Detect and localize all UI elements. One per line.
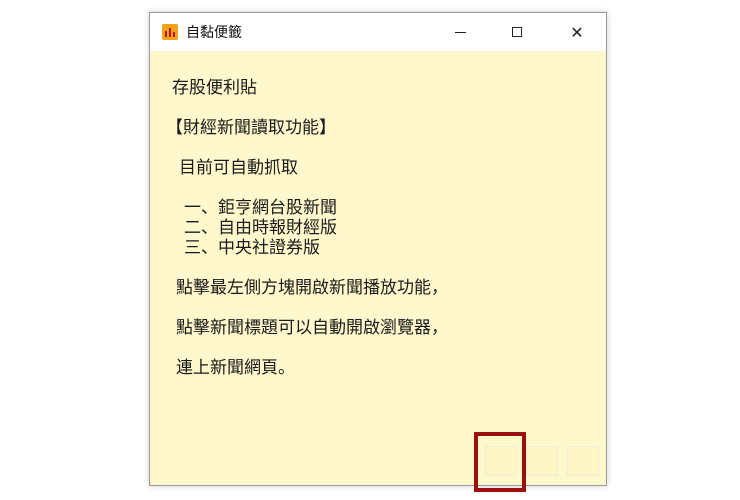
note-line-source-2: 二、自由時報財經版 bbox=[184, 218, 337, 238]
maximize-button[interactable] bbox=[494, 13, 540, 51]
note-content[interactable]: 存股便利貼 【財經新聞讀取功能】 目前可自動抓取 一、鉅亨網台股新聞 二、自由時… bbox=[150, 51, 606, 485]
window-title: 自黏便籤 bbox=[186, 25, 242, 41]
close-button[interactable]: ✕ bbox=[554, 13, 600, 51]
note-line-instruction-3: 連上新聞網頁。 bbox=[176, 358, 295, 378]
note-line-source-3: 三、中央社證券版 bbox=[184, 238, 320, 258]
minimize-button[interactable] bbox=[437, 13, 483, 51]
note-line-source-1: 一、鉅亨網台股新聞 bbox=[184, 198, 337, 218]
title-bar[interactable]: 自黏便籤 ✕ bbox=[150, 13, 606, 51]
square-button-3[interactable] bbox=[567, 446, 599, 476]
sticky-note-window: 自黏便籤 ✕ 存股便利貼 【財經新聞讀取功能】 目前可自動抓取 一、鉅亨網台股新… bbox=[149, 12, 607, 486]
minimize-icon bbox=[454, 31, 466, 33]
square-button-2[interactable] bbox=[526, 446, 558, 476]
note-line-intro: 目前可自動抓取 bbox=[179, 158, 298, 178]
note-line-instruction-2: 點擊新聞標題可以自動開啟瀏覽器， bbox=[176, 318, 448, 338]
note-line-instruction-1: 點擊最左側方塊開啟新聞播放功能， bbox=[176, 278, 448, 298]
maximize-icon bbox=[512, 27, 522, 37]
note-line-title: 存股便利貼 bbox=[172, 78, 257, 98]
news-play-square-button[interactable] bbox=[485, 446, 517, 476]
note-line-heading: 【財經新聞讀取功能】 bbox=[166, 118, 336, 138]
app-icon bbox=[162, 24, 178, 40]
close-icon: ✕ bbox=[570, 22, 584, 42]
